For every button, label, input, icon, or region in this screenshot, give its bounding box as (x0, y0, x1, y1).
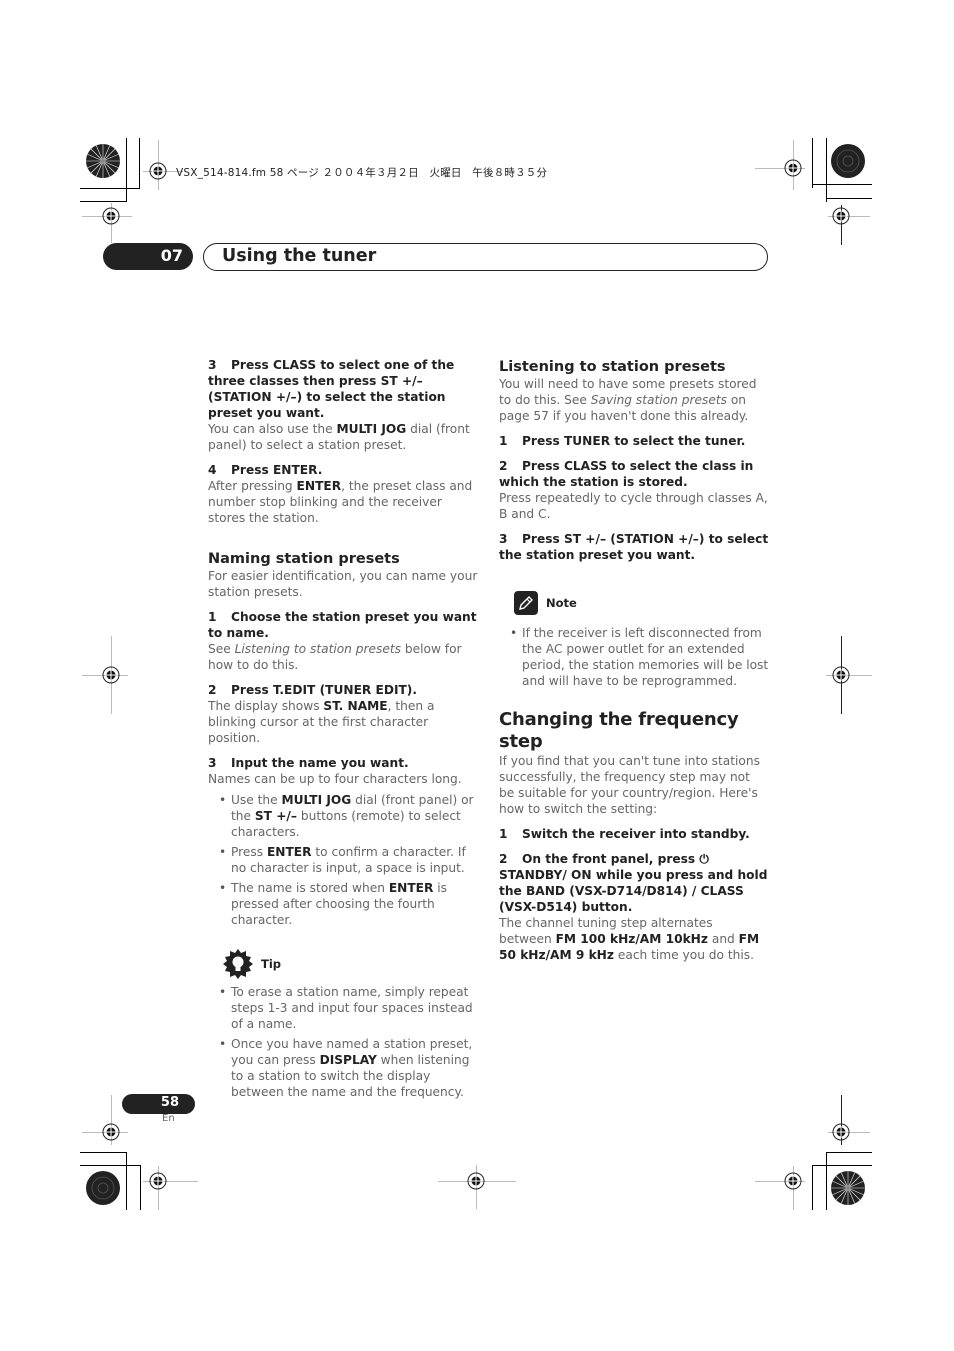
registration-mark-icon (149, 1172, 167, 1190)
step-body: The display shows ST. NAME, then a blink… (208, 699, 435, 745)
registration-mark-icon (832, 666, 850, 684)
registration-mark-icon (832, 207, 850, 225)
registration-mark-icon (149, 162, 167, 180)
step-heading: 1 Press TUNER to select the tuner. (499, 434, 746, 448)
star-target-icon (831, 1171, 865, 1205)
star-target-icon (86, 1171, 120, 1205)
step-heading: 2 On the front panel, press ⏻ STANDBY/ ON… (499, 852, 768, 914)
chapter-number: 07 (160, 246, 183, 265)
note-list: If the receiver is left disconnected fro… (499, 625, 769, 689)
cross-reference-link[interactable]: Listening to station presets (235, 642, 401, 656)
list-item: The name is stored when ENTER is pressed… (219, 880, 478, 928)
registration-mark-icon (832, 1123, 850, 1141)
step-heading: 2 Press CLASS to select the class in whic… (499, 459, 754, 489)
step-body: You can also use the MULTI JOG dial (fro… (208, 422, 470, 452)
step-heading: 1 Choose the station preset you want to n… (208, 610, 477, 640)
section-intro: If you find that you can't tune into sta… (499, 754, 760, 816)
section-heading-listening: Listening to station presets (499, 359, 726, 375)
section-intro: You will need to have some presets store… (499, 377, 757, 423)
list-item: To erase a station name, simply repeat s… (219, 984, 478, 1032)
step-body: Press repeatedly to cycle through classe… (499, 491, 768, 521)
step-body: See Listening to station presets below f… (208, 642, 462, 672)
step-body: The channel tuning step alternates betwe… (499, 916, 760, 962)
bullet-list: Use the MULTI JOG dial (front panel) or … (208, 792, 478, 928)
pencil-note-icon (514, 591, 538, 615)
standby-power-icon: ⏻ (699, 852, 710, 866)
chapter-title: Using the tuner (222, 246, 377, 266)
page-number-badge: 58 (122, 1094, 195, 1114)
tip-list: To erase a station name, simply repeat s… (208, 984, 478, 1100)
tip-label: Tip (261, 957, 282, 971)
registration-mark-icon (467, 1172, 485, 1190)
page-language: En (162, 1113, 175, 1124)
list-item: Once you have named a station preset, yo… (219, 1036, 478, 1100)
note-callout: Note (514, 589, 769, 617)
chapter-number-badge: 07 (103, 243, 193, 270)
registration-mark-icon (102, 666, 120, 684)
step-heading: 3 Press ST +/– (STATION +/–) to select th… (499, 532, 769, 562)
left-column: 3 Press CLASS to select one of the three … (208, 357, 478, 1104)
list-item: Press ENTER to confirm a character. If n… (219, 844, 478, 876)
cross-reference-link[interactable]: Saving station presets (591, 393, 727, 407)
page-number: 58 (160, 1095, 179, 1110)
section-heading-frequency: Changing the frequency step (499, 709, 739, 752)
step-heading: 3 Press CLASS to select one of the three … (208, 358, 455, 420)
chapter-title-box: Using the tuner (203, 243, 768, 271)
registration-mark-icon (784, 159, 802, 177)
registration-mark-icon (784, 1172, 802, 1190)
registration-mark-icon (102, 207, 120, 225)
tip-callout: Tip (223, 949, 478, 979)
list-item: If the receiver is left disconnected fro… (510, 625, 769, 689)
step-body: After pressing ENTER, the preset class a… (208, 479, 473, 525)
right-column: Listening to station presets You will ne… (499, 358, 769, 963)
section-intro: For easier identification, you can name … (208, 569, 478, 599)
registration-mark-icon (102, 1123, 120, 1141)
file-header: VSX_514-814.fm 58 ページ ２００４年３月２日 火曜日 午後８時… (176, 167, 548, 179)
step-heading: 3 Input the name you want. (208, 756, 409, 770)
step-body: Names can be up to four characters long. (208, 772, 462, 786)
star-target-icon (831, 144, 865, 178)
step-heading: 4 Press ENTER. (208, 463, 323, 477)
list-item: Use the MULTI JOG dial (front panel) or … (219, 792, 478, 840)
step-heading: 2 Press T.EDIT (TUNER EDIT). (208, 683, 418, 697)
note-label: Note (546, 596, 577, 610)
star-target-icon (86, 144, 120, 178)
section-heading-naming: Naming station presets (208, 551, 400, 567)
step-heading: 1 Switch the receiver into standby. (499, 827, 750, 841)
lightbulb-tip-icon (223, 949, 253, 979)
